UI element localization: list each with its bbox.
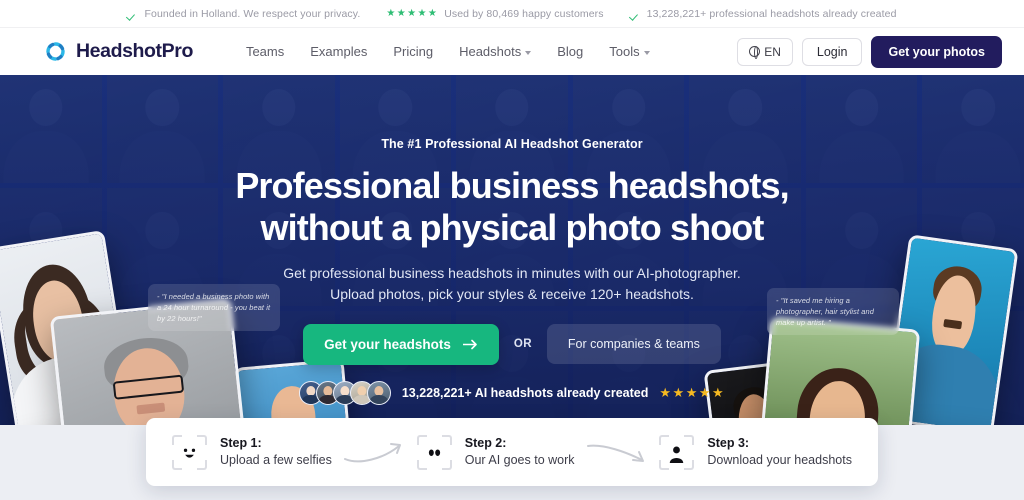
avatar xyxy=(366,380,391,405)
scan-eyes-icon xyxy=(416,434,452,470)
hero-cta-row: Get your headshots OR For companies & te… xyxy=(0,323,1024,365)
trust-item-headshots: 13,228,221+ professional headshots alrea… xyxy=(630,8,897,20)
navbar: HeadshotPro Teams Examples Pricing Heads… xyxy=(0,28,1024,75)
trust-item-customers: ★★★★★ Used by 80,469 happy customers xyxy=(386,8,603,20)
get-your-headshots-button[interactable]: Get your headshots xyxy=(303,323,499,365)
nav-link-label: Tools xyxy=(609,44,640,59)
step-3-title: Step 3: xyxy=(707,436,750,451)
nav-link-label: Pricing xyxy=(393,44,434,59)
login-button[interactable]: Login xyxy=(801,37,863,66)
arrow-curve-icon-2 xyxy=(586,444,644,462)
globe-icon xyxy=(749,45,761,59)
language-label: EN xyxy=(764,44,781,59)
step-1-title: Step 1: xyxy=(220,436,262,451)
trust-text-privacy: Founded in Holland. We respect your priv… xyxy=(144,7,361,20)
hero-copy: The #1 Professional AI Headshot Generato… xyxy=(0,137,1024,405)
scan-smile-icon xyxy=(172,434,207,470)
headline-line-2: without a physical photo shoot xyxy=(260,206,765,248)
subcopy-line-1: Get professional business headshots in m… xyxy=(283,264,741,281)
step-2-desc: Our AI goes to work xyxy=(464,453,575,467)
stars-icon: ★★★★★ xyxy=(386,7,439,19)
star-rating-icon: ★★★★★ xyxy=(659,385,726,401)
nav-link-examples[interactable]: Examples xyxy=(310,44,367,59)
trust-text-headshots: 13,228,221+ professional headshots alrea… xyxy=(646,7,897,20)
for-companies-and-teams-button[interactable]: For companies & teams xyxy=(546,324,721,365)
avatar-group xyxy=(298,380,391,405)
navbar-actions: EN Login Get your photos xyxy=(737,35,1002,68)
steps-band: Step 1: Upload a few selfies Step 2: Our… xyxy=(0,418,1024,500)
trust-text-customers: Used by 80,469 happy customers xyxy=(444,7,604,20)
step-1: Step 1: Upload a few selfies xyxy=(172,434,332,470)
arrow-right-icon xyxy=(462,339,477,350)
step-1-desc: Upload a few selfies xyxy=(220,453,332,467)
nav-link-tools[interactable]: Tools xyxy=(609,44,650,59)
social-proof-count: 13,228,221+ AI headshots already created xyxy=(401,385,649,400)
nav-link-label: Blog xyxy=(557,44,584,59)
subcopy-line-2: Upload photos, pick your styles & receiv… xyxy=(330,286,694,303)
step-2-title: Step 2: xyxy=(464,436,507,451)
nav-links: Teams Examples Pricing Headshots Blog To… xyxy=(246,44,650,59)
page-root: Founded in Holland. We respect your priv… xyxy=(0,0,1024,500)
trust-item-privacy: Founded in Holland. We respect your priv… xyxy=(127,8,360,20)
hero-section: - "I needed a business photo with a 24 h… xyxy=(0,75,1024,500)
step-3: Step 3: Download your headshots xyxy=(659,434,852,470)
nav-link-teams[interactable]: Teams xyxy=(246,44,284,59)
arrow-curve-icon-1 xyxy=(344,443,402,463)
social-proof: 13,228,221+ AI headshots already created… xyxy=(0,380,1024,405)
hero-eyebrow: The #1 Professional AI Headshot Generato… xyxy=(381,137,643,151)
brand-name: HeadshotPro xyxy=(76,40,193,62)
nav-link-label: Examples xyxy=(310,44,368,59)
chevron-down-icon xyxy=(525,50,532,55)
steps-card: Step 1: Upload a few selfies Step 2: Our… xyxy=(146,418,878,486)
aperture-logo-icon xyxy=(46,42,65,61)
step-3-desc: Download your headshots xyxy=(707,453,852,467)
step-2: Step 2: Our AI goes to work xyxy=(416,434,575,470)
nav-link-headshots[interactable]: Headshots xyxy=(459,44,532,59)
cta-or-divider: OR xyxy=(513,338,532,351)
scan-person-icon xyxy=(659,434,695,470)
check-icon xyxy=(127,8,138,19)
nav-link-blog[interactable]: Blog xyxy=(557,44,583,59)
nav-link-label: Teams xyxy=(245,44,285,59)
page-title: Professional business headshots, without… xyxy=(0,165,1024,249)
nav-link-pricing[interactable]: Pricing xyxy=(393,44,433,59)
get-your-headshots-label: Get your headshots xyxy=(324,336,451,352)
hero-subcopy: Get professional business headshots in m… xyxy=(0,263,1024,306)
language-selector[interactable]: EN xyxy=(737,37,793,66)
trust-bar: Founded in Holland. We respect your priv… xyxy=(0,0,1024,28)
chevron-down-icon xyxy=(643,50,650,55)
check-icon xyxy=(630,8,641,19)
nav-link-label: Headshots xyxy=(459,44,522,59)
get-your-photos-button[interactable]: Get your photos xyxy=(871,35,1002,68)
brand-logo[interactable]: HeadshotPro xyxy=(44,40,193,63)
headline-line-1: Professional business headshots, xyxy=(235,165,789,206)
